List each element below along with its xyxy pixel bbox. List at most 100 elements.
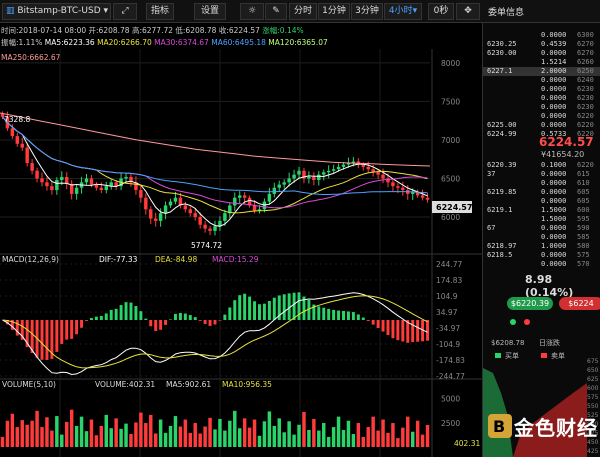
order-row[interactable]: 1.5214 6260 (483, 58, 600, 67)
order-row[interactable]: 0.0000 605 (483, 197, 600, 206)
volume-bar (272, 425, 277, 447)
more-button[interactable]: ✥ (456, 3, 480, 20)
order-amount: 2.0000 (541, 67, 567, 75)
order-row[interactable]: 0.0000 6230 (483, 94, 600, 103)
watermark-logo: B 金色财经 (484, 412, 600, 442)
sell-legend-swatch (541, 353, 547, 358)
info-change: 涨幅:0.14% (262, 26, 304, 35)
order-row[interactable]: 0.0000 6230 (483, 85, 600, 94)
order-row[interactable]: 6225.00 0.0000 6220 (483, 121, 600, 130)
info-ma30: MA30:6374.67 (154, 38, 209, 47)
depth-tick: 600 (587, 385, 599, 392)
candle-body (401, 187, 405, 191)
candle-body (84, 178, 89, 183)
candle-body (331, 169, 336, 171)
order-cumulative: 605 (577, 197, 590, 205)
order-cumulative: 6250 (577, 67, 594, 75)
order-cumulative: 6220 (577, 161, 594, 169)
order-row[interactable]: 0.0000 585 (483, 233, 600, 242)
last-price: 6224.57 (539, 135, 594, 149)
volume-bar (203, 426, 207, 447)
order-row[interactable]: 6218.5 0.0000 575 (483, 251, 600, 260)
order-row[interactable]: 0.0000 6240 (483, 76, 600, 85)
order-row[interactable]: 0.0000 6220 (483, 112, 600, 121)
order-row[interactable]: 6230.25 0.4539 6270 (483, 40, 600, 49)
order-row[interactable]: 6219.1 1.5000 600 (483, 206, 600, 215)
order-row[interactable]: 6218.97 1.0000 580 (483, 242, 600, 251)
settings-button[interactable]: 设置 (194, 3, 226, 20)
candle-body (317, 174, 321, 181)
order-amount: 0.0000 (541, 233, 567, 241)
candle-body (15, 136, 20, 144)
order-row[interactable]: 0.0000 6300 (483, 31, 600, 40)
price-tick: 6500 (441, 174, 460, 183)
price-axis: 8000 7500 7000 6500 6000 (441, 59, 460, 222)
volume-bar (415, 420, 420, 447)
order-amount: 0.1000 (541, 161, 567, 169)
volume-bar (312, 418, 316, 447)
order-row[interactable]: 6219.85 0.0000 605 (483, 188, 600, 197)
order-row[interactable]: 0.0000 6230 (483, 103, 600, 112)
fullscreen-button[interactable]: ⤢ (113, 3, 137, 20)
volume-bar (129, 434, 133, 447)
period-timeline[interactable]: 分时 (289, 3, 317, 20)
bid-price-button[interactable]: $6220.39 (507, 297, 553, 310)
order-book-panel: 0.0000 6300 6230.25 0.4539 6270 6230.00 0.0000… (482, 23, 600, 457)
volume-bar (376, 430, 380, 447)
volume-bar (109, 428, 113, 447)
period-4hour[interactable]: 4小时▾ (384, 3, 422, 20)
price-chart[interactable]: 8000 7500 7000 6500 6000 244.77 174.83 104.9 34… (0, 49, 482, 457)
pencil-icon: ✎ (272, 6, 280, 16)
volume-bar (341, 429, 346, 447)
candle-body (391, 182, 395, 187)
order-row[interactable]: 1.5000 595 (483, 215, 600, 224)
volume-bar (213, 429, 217, 447)
candle-body (30, 163, 34, 171)
period-1min[interactable]: 1分钟 (318, 3, 350, 20)
candle-body (292, 174, 296, 179)
period-3min[interactable]: 3分钟 (351, 3, 383, 20)
logo-icon: B (488, 414, 512, 438)
order-price: 6218.5 (487, 251, 513, 259)
chart-icon: ▥ (6, 6, 18, 16)
candle-body (40, 178, 44, 183)
macd-panel: 244.77 174.83 104.9 34.97 -34.97 -104.9 -174.8… (0, 260, 465, 381)
buy-marker-icon (510, 319, 516, 325)
volume-bar (425, 424, 430, 447)
volume-bar (252, 419, 257, 447)
candle-body (326, 170, 331, 173)
symbol-selector[interactable]: ▥ Bitstamp-BTC-USD ▾ (2, 3, 111, 20)
order-row[interactable]: 6227.1 2.0000 6250 (483, 67, 600, 76)
order-cumulative: 6240 (577, 76, 594, 84)
volume-bar (188, 432, 193, 447)
order-row[interactable]: 0.0000 570 (483, 260, 600, 269)
draw-tool-button[interactable]: ✎ (265, 3, 287, 20)
volume-ma5: MA5:902.61 (166, 380, 211, 389)
order-row[interactable]: 0.0000 610 (483, 179, 600, 188)
order-row[interactable]: 67 0.0000 590 (483, 224, 600, 233)
moving-average-lines (0, 112, 431, 227)
volume-bar (410, 431, 415, 447)
refresh-timer[interactable]: 0秒 (428, 3, 454, 20)
order-row[interactable]: 6230.00 0.0000 6270 (483, 49, 600, 58)
candle-body (322, 172, 326, 175)
order-row[interactable]: 37 0.0000 615 (483, 170, 600, 179)
candle-body (139, 190, 143, 198)
ask-price-button[interactable]: $6224 (559, 297, 600, 310)
volume-bar (297, 424, 301, 447)
candle-body (55, 180, 59, 191)
theme-button[interactable]: ☼ (240, 3, 264, 20)
volume-bar (10, 413, 15, 447)
volume-bar (149, 414, 153, 447)
volume-bar (302, 412, 306, 447)
volume-bar (64, 421, 69, 447)
order-amount: 0.0000 (541, 85, 567, 93)
volume-bar (35, 410, 39, 447)
indicators-button[interactable]: 指标 (146, 3, 174, 20)
candle-body (213, 226, 217, 231)
macd-tick: -174.83 (436, 356, 465, 365)
volume-bar (139, 412, 143, 447)
order-amount: 0.0000 (541, 188, 567, 196)
order-row[interactable]: 6220.39 0.1000 6220 (483, 161, 600, 170)
candle-body (361, 164, 366, 167)
